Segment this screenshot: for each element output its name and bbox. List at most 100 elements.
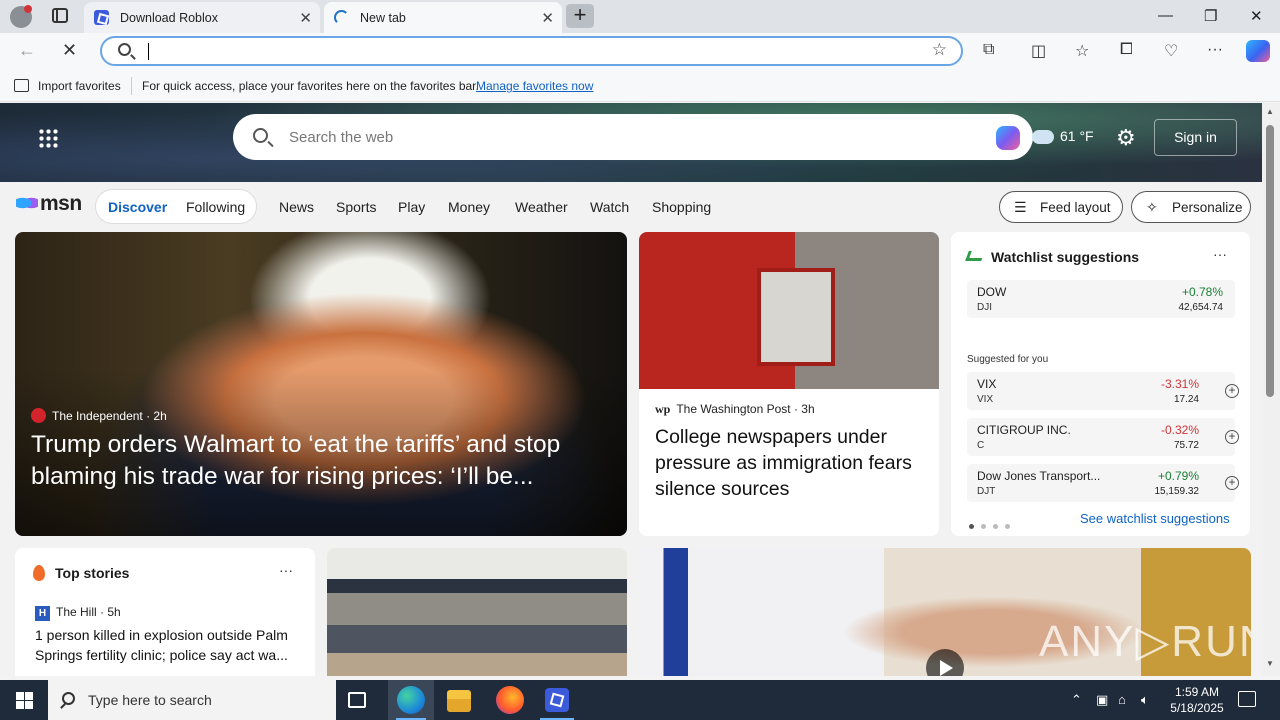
hero-story-card[interactable]: The Independent · 2h Trump orders Walmar… [15,232,627,536]
page-scrollbar[interactable]: ▲ ▼ [1262,103,1280,676]
feed-segment-control: Discover Following [95,189,257,224]
story-headline[interactable]: Trump orders Walmart to ‘eat the tariffs… [31,429,601,493]
tab-new-tab[interactable]: New tab ✕ [324,2,562,33]
quote-row[interactable]: DOW DJI +0.78% 42,654.74 [967,280,1235,318]
watchlist-title: Watchlist suggestions [991,249,1140,265]
sign-in-button[interactable]: Sign in [1154,119,1237,156]
msn-logo[interactable]: msn [16,192,82,216]
nav-news[interactable]: News [279,199,314,215]
add-to-watchlist-icon[interactable]: + [1225,384,1239,398]
add-to-watchlist-icon[interactable]: + [1225,430,1239,444]
divider [131,77,132,95]
heart-pulse-icon[interactable]: ♡ [1164,41,1178,61]
chevron-up-icon[interactable]: ⌃ [1071,692,1082,708]
window-close-icon[interactable]: ✕ [1250,7,1263,25]
volume-icon[interactable]: 🔈︎ [1141,692,1149,708]
add-to-watchlist-icon[interactable]: + [1225,476,1239,490]
stop-loading-icon[interactable]: ✕ [62,40,77,61]
minimize-icon[interactable]: — [1158,7,1173,24]
copilot-icon[interactable] [996,126,1020,150]
see-watchlist-link[interactable]: See watchlist suggestions [1080,511,1230,526]
back-arrow-icon[interactable]: ← [18,40,36,61]
tab-following[interactable]: Following [186,199,245,215]
story-image-card[interactable] [327,548,627,676]
firefox-icon[interactable] [496,686,524,714]
story-headline[interactable]: 1 person killed in explosion outside Pal… [35,625,303,665]
tab-discover[interactable]: Discover [108,199,167,215]
app-launcher-icon[interactable] [38,128,58,148]
edge-browser-icon[interactable] [397,686,425,714]
suggested-label: Suggested for you [967,354,1049,365]
tab-close-icon[interactable]: ✕ [541,9,554,27]
system-clock[interactable]: 1:59 AM 5/18/2025 [1164,684,1230,716]
scroll-up-icon[interactable]: ▲ [1266,107,1274,116]
collections-icon[interactable]: ⧠ [1120,41,1133,59]
story-age: 2h [153,409,167,423]
nav-play[interactable]: Play [398,199,425,215]
source-name: The Independent [52,409,143,423]
manage-favorites-link[interactable]: Manage favorites now [476,79,593,93]
nav-weather[interactable]: Weather [515,199,568,215]
roblox-favicon-icon [94,10,109,25]
taskbar-search-box[interactable]: Type here to search [48,680,336,720]
import-icon [14,79,29,92]
clock-time: 1:59 AM [1174,685,1220,699]
tab-download-roblox[interactable]: Download Roblox ✕ [84,2,320,33]
taskbar-search-placeholder: Type here to search [88,692,212,708]
weather-widget[interactable]: 61 °F [1032,125,1094,145]
msn-butterfly-icon [16,194,38,212]
quote-ticker: VIX [977,394,994,405]
web-search-box[interactable]: Search the web [233,114,1033,160]
video-story-card[interactable]: ANY▷RUN [639,548,1251,676]
source-name: The Washington Post [676,402,791,416]
nav-money[interactable]: Money [448,199,490,215]
windows-start-icon[interactable] [16,692,33,709]
feed-layout-button[interactable]: ☰ Feed layout [999,191,1123,223]
star-icon[interactable]: ☆ [932,40,947,60]
more-options-icon[interactable]: ··· [279,562,293,578]
play-icon[interactable] [926,649,964,676]
task-view-icon[interactable] [348,692,366,708]
story-headline[interactable]: College newspapers under pressure as imm… [655,424,927,502]
watchlist-card: Watchlist suggestions ··· DOW DJI +0.78%… [951,232,1250,536]
quote-change: +0.79% [1157,469,1199,483]
favorites-icon[interactable]: ☆ [1075,41,1089,61]
address-bar[interactable]: ☆ [100,36,963,66]
quote-row[interactable]: CITIGROUP INC. C -0.32% 75.72 + [967,418,1239,456]
split-screen-icon[interactable]: ◫ [1031,41,1046,61]
nav-watch[interactable]: Watch [590,199,629,215]
quote-row[interactable]: Dow Jones Transport... DJT +0.79% 15,159… [967,464,1239,502]
nav-sports[interactable]: Sports [336,199,376,215]
profile-avatar-icon[interactable] [10,5,32,28]
more-options-icon[interactable]: ··· [1213,246,1227,262]
more-icon[interactable]: ··· [1207,41,1223,59]
tab-actions-icon[interactable] [52,8,68,23]
story-card[interactable]: wp The Washington Post · 3h College newsp… [639,232,939,536]
story-age: 3h [801,402,815,416]
settings-gear-icon[interactable]: ⚙ [1116,125,1136,151]
network-icon[interactable]: ⌂ [1118,692,1126,707]
restore-icon[interactable]: ❐ [1204,7,1217,25]
notification-icon[interactable] [1238,691,1256,707]
quote-row[interactable]: VIX VIX -3.31% 17.24 + [967,372,1239,410]
quote-name: CITIGROUP INC. [977,423,1071,437]
puzzle-icon[interactable]: ⧉ [983,41,994,59]
partly-cloudy-icon [1032,125,1054,145]
roblox-app-icon[interactable] [545,688,569,712]
file-explorer-icon[interactable] [447,690,471,712]
scroll-down-icon[interactable]: ▼ [1266,659,1274,668]
tab-close-icon[interactable]: ✕ [299,9,312,27]
carousel-dots[interactable] [969,516,1017,534]
personalize-button[interactable]: ✧ Personalize [1131,191,1251,223]
scrollbar-thumb[interactable] [1266,125,1274,397]
msn-page: Search the web 61 °F ⚙ Sign in msn Disco… [0,103,1262,676]
feed-layout-label: Feed layout [1040,200,1111,215]
device-icon[interactable]: ▣ [1096,692,1108,708]
source-name: The Hill [56,605,97,619]
search-icon [118,43,131,56]
new-tab-button[interactable]: + [566,4,594,28]
story-source: wp The Washington Post · 3h [655,402,815,416]
import-favorites-button[interactable]: Import favorites [38,79,121,93]
nav-shopping[interactable]: Shopping [652,199,711,215]
copilot-icon[interactable] [1246,40,1270,62]
